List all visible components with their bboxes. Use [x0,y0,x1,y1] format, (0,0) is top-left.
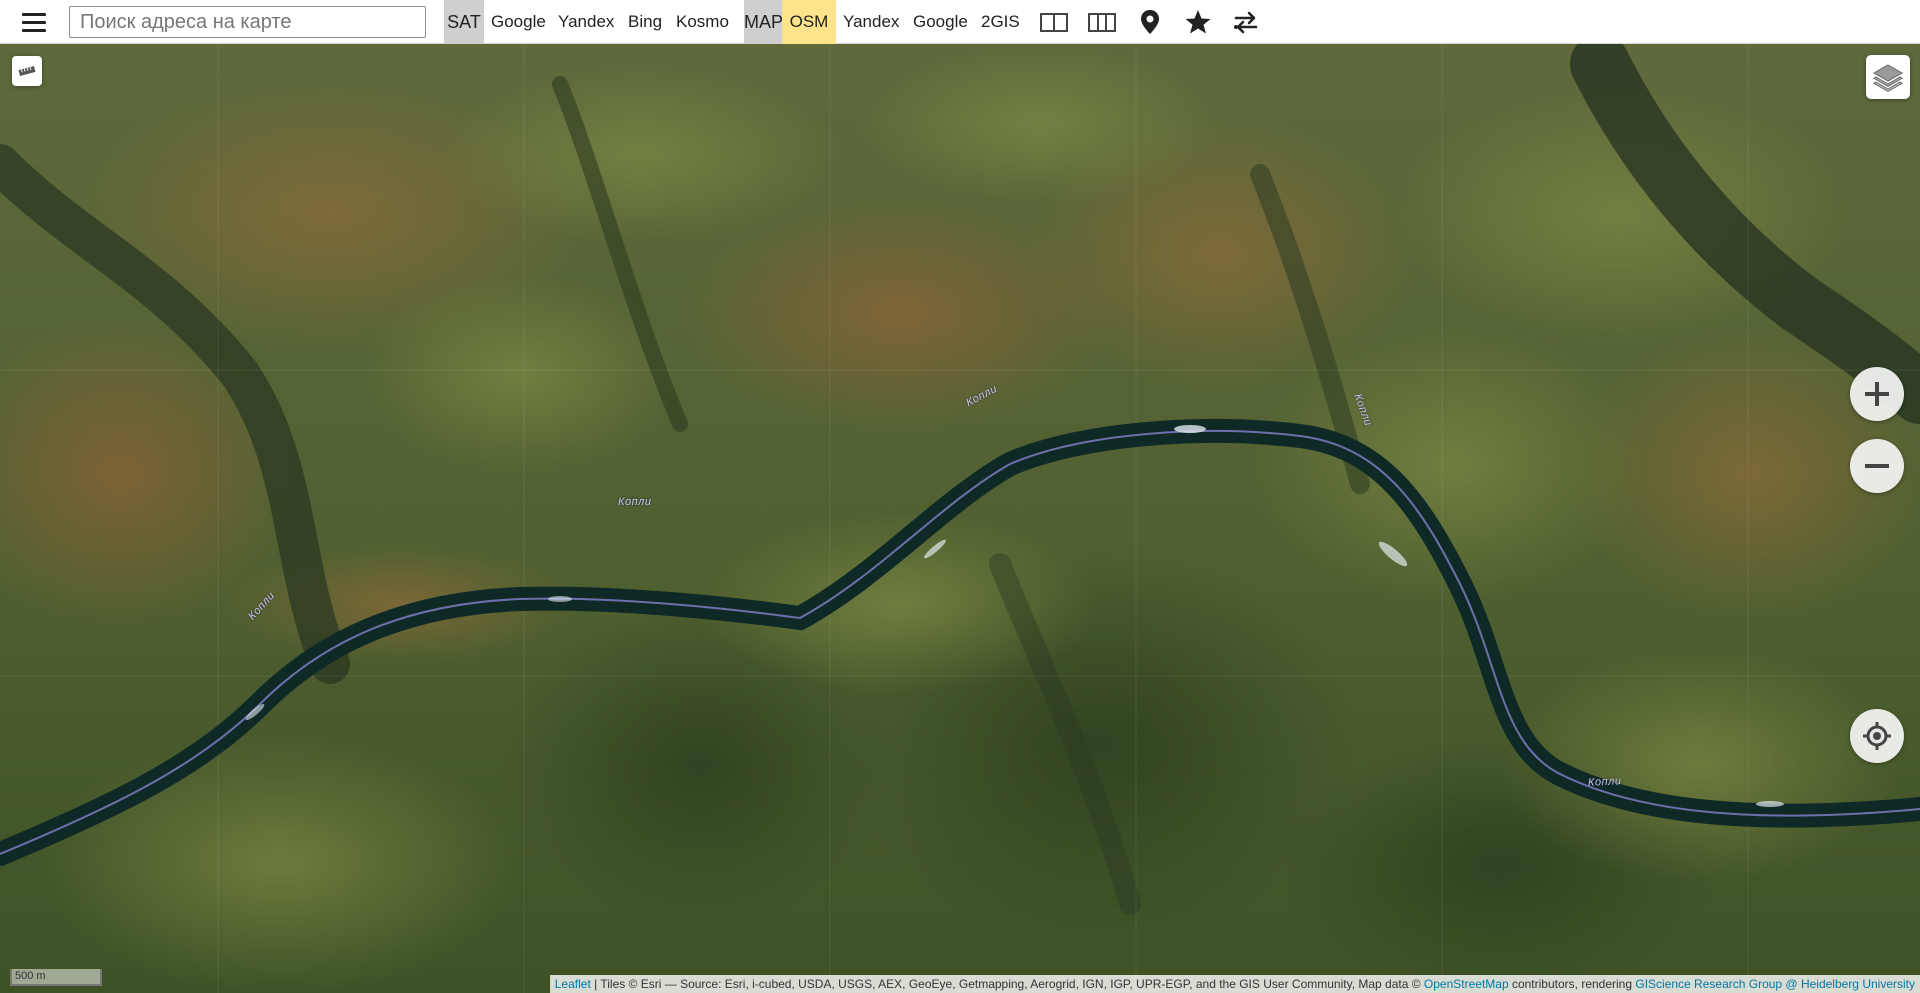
leaflet-link[interactable]: Leaflet [555,977,591,991]
star-icon[interactable] [1183,7,1213,37]
map-osm-button[interactable]: OSM [782,0,836,44]
search-input[interactable] [69,6,426,38]
map-mode-button[interactable]: MAP [744,0,783,44]
locate-me-button[interactable] [1850,709,1904,763]
split-three-icon[interactable] [1087,7,1117,37]
top-toolbar: SAT Google Yandex Bing Kosmo MAP OSM Yan… [0,0,1920,44]
sat-yandex-button[interactable]: Yandex [558,0,614,44]
zoom-out-button[interactable] [1850,439,1904,493]
plus-icon [1865,382,1889,406]
measure-ruler-button[interactable] [12,56,42,86]
zoom-in-button[interactable] [1850,367,1904,421]
river-label: Копли [1587,775,1622,789]
sat-kosmo-button[interactable]: Kosmo [676,0,729,44]
crosshair-icon [1863,722,1891,750]
menu-icon[interactable] [14,8,54,36]
map-pin-icon[interactable] [1135,7,1165,37]
attribution-tiles-text: | Tiles © Esri — Source: Esri, i-cubed, … [590,977,1424,991]
map-yandex-button[interactable]: Yandex [843,0,899,44]
osm-link[interactable]: OpenStreetMap [1424,977,1509,991]
split-two-icon[interactable] [1039,7,1069,37]
satellite-imagery [0,44,1920,993]
scale-bar: 500 m [10,969,102,986]
giscience-link[interactable]: GIScience Research Group @ Heidelberg Un… [1635,977,1915,991]
map-canvas[interactable]: Копли Копли Копли Копли Копли 500 m Leaf… [0,44,1920,993]
sat-mode-button[interactable]: SAT [444,0,484,44]
attribution-rendering-text: contributors, rendering [1508,977,1636,991]
sat-google-button[interactable]: Google [491,0,546,44]
sat-bing-button[interactable]: Bing [628,0,662,44]
layers-button[interactable] [1866,55,1910,99]
map-attribution: Leaflet | Tiles © Esri — Source: Esri, i… [549,975,1920,993]
map-2gis-button[interactable]: 2GIS [981,0,1020,44]
minus-icon [1865,464,1889,468]
ruler-icon [18,66,36,76]
route-swap-icon[interactable] [1231,7,1261,37]
layers-icon [1872,64,1904,92]
map-google-button[interactable]: Google [913,0,968,44]
river-label: Копли [618,496,652,508]
